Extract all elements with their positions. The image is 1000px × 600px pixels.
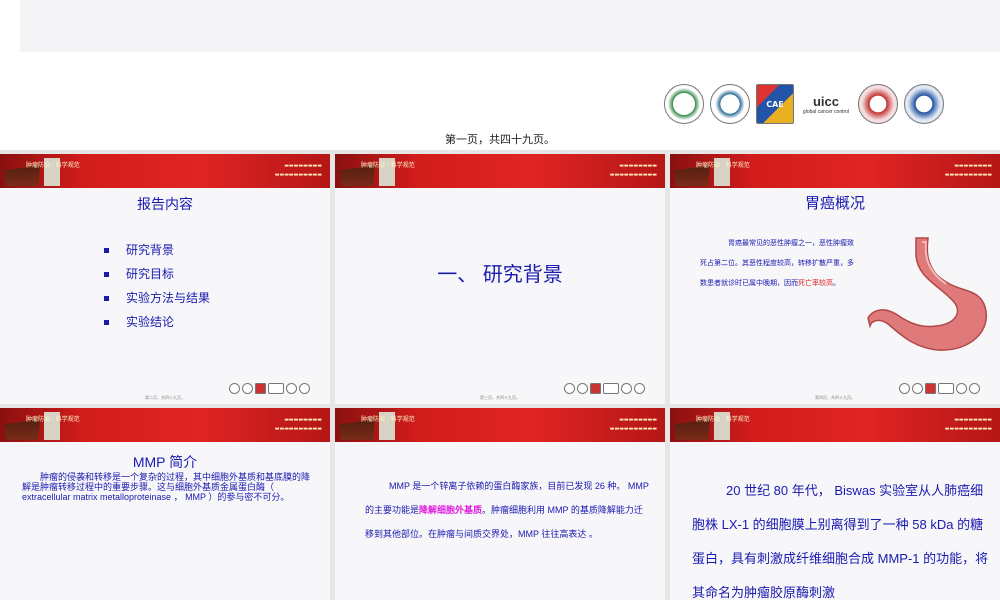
slide-thumbnail-6[interactable]: 肿瘤防治 · 科学规范 ▬▬▬▬▬▬▬▬ ▬▬▬▬▬▬▬▬▬▬ MMP 是一个锌… [335,408,665,600]
stomach-illustration [867,237,987,351]
uicc-logo [938,383,954,394]
seal-logo [299,383,310,394]
seal-logo [286,383,297,394]
banner-line-2: ▬▬▬▬▬▬▬▬▬▬ [274,426,322,432]
slide-logos [899,383,980,394]
banner-slogan: 肿瘤防治 · 科学规范 [26,416,80,423]
seal-logo [899,383,910,394]
mmp-function-paragraph: MMP 是一个锌离子依赖的蛋白酶家族，目前已发现 26 种。 MMP 的主要功能… [365,474,649,546]
cae-logo [925,383,936,394]
banner-line-2: ▬▬▬▬▬▬▬▬▬▬ [609,172,657,178]
cae-logo: CAE [756,84,794,124]
seal-logo [621,383,632,394]
banner-line-2: ▬▬▬▬▬▬▬▬▬▬ [609,426,657,432]
logo-row: CAE uicc global cancer control [664,82,944,126]
cae-logo-text: CAE [766,99,784,109]
green-seal-logo [664,84,704,124]
seal-logo [912,383,923,394]
stomach-paragraph: 胃癌最常见的恶性肿瘤之一，恶性肿瘤致死占第二位。其恶性程度较高，转移扩散严重，多… [700,234,854,294]
slide-logos [229,383,310,394]
seal-logo [577,383,588,394]
slide-footer: 第二页，共四十九页。 [145,395,185,400]
seal-logo [564,383,575,394]
banner-slogan: 肿瘤防治 · 科学规范 [361,162,415,169]
uicc-logo-text: uicc [812,93,839,109]
slide-footer: 第三页，共四十九页。 [480,395,520,400]
slide-banner: 肿瘤防治 · 科学规范 ▬▬▬▬▬▬▬▬ ▬▬▬▬▬▬▬▬▬▬ [335,408,665,442]
seal-logo [956,383,967,394]
page-indicator: 第一页，共四十九页。 [445,134,555,146]
seal-logo [634,383,645,394]
paragraph-text: 。 [833,280,840,287]
slide-banner: 肿瘤防治 · 科学规范 ▬▬▬▬▬▬▬▬ ▬▬▬▬▬▬▬▬▬▬ [670,408,1000,442]
uicc-logo [603,383,619,394]
uicc-logo: uicc global cancer control [800,84,852,124]
seal-logo [969,383,980,394]
banner-line-1: ▬▬▬▬▬▬▬▬ [954,417,992,423]
seal-logo [242,383,253,394]
slide-thumbnail-2[interactable]: 肿瘤防治 · 科学规范 ▬▬▬▬▬▬▬▬ ▬▬▬▬▬▬▬▬▬▬ 报告内容 研究背… [0,154,330,404]
toc-item: 研究目标 [96,262,210,286]
highlight-text: 降解细胞外基质 [419,505,483,515]
banner-line-1: ▬▬▬▬▬▬▬▬ [954,163,992,169]
cae-logo [590,383,601,394]
teal-seal-logo [710,84,750,124]
toc-list: 研究背景 研究目标 实验方法与结果 实验结论 [96,238,210,334]
slide-thumbnail-4[interactable]: 肿瘤防治 · 科学规范 ▬▬▬▬▬▬▬▬ ▬▬▬▬▬▬▬▬▬▬ 胃癌概况 胃癌最… [670,154,1000,404]
top-blank-panel [20,0,1000,52]
red-seal-logo [858,84,898,124]
toc-item: 研究背景 [96,238,210,262]
banner-line-1: ▬▬▬▬▬▬▬▬ [284,163,322,169]
toc-item: 实验方法与结果 [96,286,210,310]
uicc-logo-subtext: global cancer control [802,108,850,115]
cae-logo [255,383,266,394]
slide-logos [564,383,645,394]
mmp-intro-paragraph: 肿瘤的侵袭和转移是一个复杂的过程，其中细胞外基质和基底膜的降解是肿瘤转移过程中的… [22,472,311,502]
slide-banner: 肿瘤防治 · 科学规范 ▬▬▬▬▬▬▬▬ ▬▬▬▬▬▬▬▬▬▬ [0,408,330,442]
slide-title: 胃癌概况 [804,195,865,212]
slide-title: 报告内容 [137,196,193,212]
banner-slogan: 肿瘤防治 · 科学规范 [361,416,415,423]
slide-title: 一、 研究背景 [437,264,563,286]
seal-logo [229,383,240,394]
banner-line-2: ▬▬▬▬▬▬▬▬▬▬ [274,172,322,178]
banner-line-2: ▬▬▬▬▬▬▬▬▬▬ [944,172,992,178]
banner-slogan: 肿瘤防治 · 科学规范 [26,162,80,169]
slide-thumbnail-7[interactable]: 肿瘤防治 · 科学规范 ▬▬▬▬▬▬▬▬ ▬▬▬▬▬▬▬▬▬▬ 20 世纪 80… [670,408,1000,600]
banner-slogan: 肿瘤防治 · 科学规范 [696,416,750,423]
slide-banner: 肿瘤防治 · 科学规范 ▬▬▬▬▬▬▬▬ ▬▬▬▬▬▬▬▬▬▬ [335,154,665,188]
blue-seal-logo [904,84,944,124]
highlight-text: 死亡率较高 [798,280,833,287]
slide-thumbnail-3[interactable]: 肿瘤防治 · 科学规范 ▬▬▬▬▬▬▬▬ ▬▬▬▬▬▬▬▬▬▬ 一、 研究背景 … [335,154,665,404]
banner-line-1: ▬▬▬▬▬▬▬▬ [619,417,657,423]
slide-banner: 肿瘤防治 · 科学规范 ▬▬▬▬▬▬▬▬ ▬▬▬▬▬▬▬▬▬▬ [0,154,330,188]
slide-title: MMP 简介 [132,454,198,470]
toc-item: 实验结论 [96,310,210,334]
banner-line-2: ▬▬▬▬▬▬▬▬▬▬ [944,426,992,432]
slide-banner: 肿瘤防治 · 科学规范 ▬▬▬▬▬▬▬▬ ▬▬▬▬▬▬▬▬▬▬ [670,154,1000,188]
banner-line-1: ▬▬▬▬▬▬▬▬ [619,163,657,169]
slide-footer: 第四页，共四十九页。 [815,395,855,400]
uicc-logo [268,383,284,394]
biswas-paragraph: 20 世纪 80 年代， Biswas 实验室从人肺癌细胞株 LX-1 的细胞膜… [692,483,989,600]
slide-thumbnail-5[interactable]: 肿瘤防治 · 科学规范 ▬▬▬▬▬▬▬▬ ▬▬▬▬▬▬▬▬▬▬ MMP 简介 肿… [0,408,330,600]
banner-slogan: 肿瘤防治 · 科学规范 [696,162,750,169]
banner-line-1: ▬▬▬▬▬▬▬▬ [284,417,322,423]
